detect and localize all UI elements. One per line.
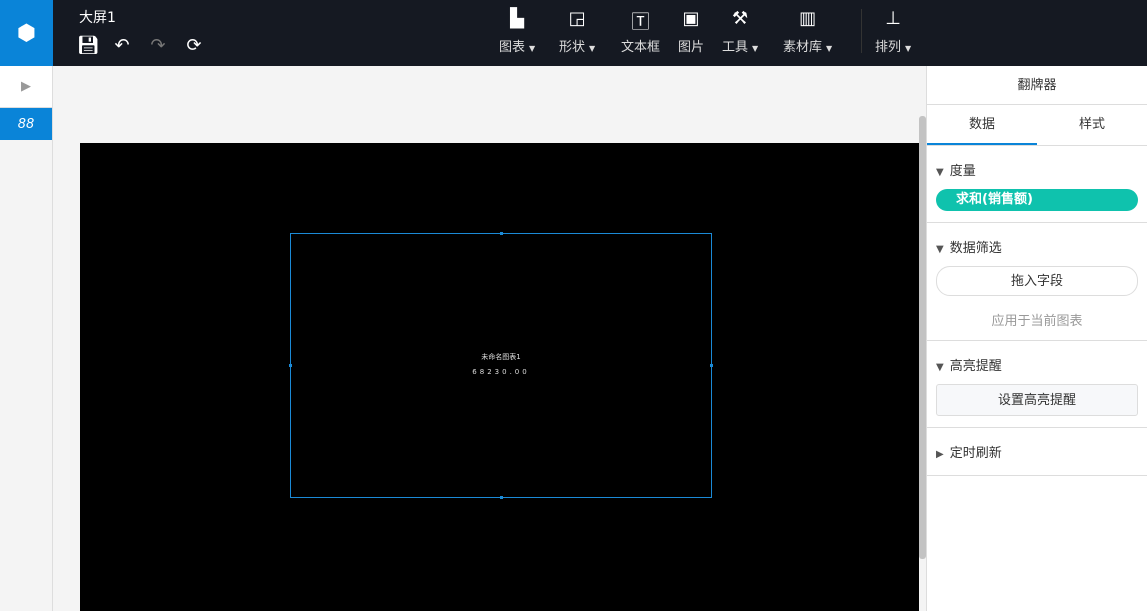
textbox-button[interactable]: 🅃 文本框 — [621, 8, 660, 55]
app-logo-icon[interactable]: ⬢ — [0, 0, 53, 66]
highlight-header[interactable]: ▼ 高亮提醒 — [936, 355, 1138, 374]
chevron-down-icon: ▼ — [936, 362, 944, 373]
filter-section: ▼ 数据筛选 拖入字段 应用于当前图表 — [927, 223, 1147, 341]
left-sidebar: ▶ 88 — [0, 66, 53, 611]
set-highlight-button[interactable]: 设置高亮提醒 — [936, 384, 1138, 416]
widget-title: 未命名图表1 — [481, 353, 521, 361]
panel-title: 翻牌器 — [927, 66, 1147, 105]
resize-handle[interactable] — [500, 232, 503, 235]
highlight-section: ▼ 高亮提醒 设置高亮提醒 — [927, 341, 1147, 428]
refresh-icon[interactable]: ⟳ — [183, 35, 205, 56]
flip-counter-layer-icon[interactable]: 88 — [0, 108, 52, 140]
canvas[interactable]: 未命名图表1 68230.00 — [80, 143, 919, 611]
shape-menu[interactable]: ◲ 形状 ▼ — [559, 8, 595, 55]
refresh-section: ▶ 定时刷新 — [927, 428, 1147, 476]
library-icon: ▥ — [799, 8, 817, 29]
refresh-header[interactable]: ▶ 定时刷新 — [936, 442, 1138, 461]
arrange-menu[interactable]: ⊥ 排列 ▼ — [875, 8, 911, 55]
flip-counter-widget[interactable]: 未命名图表1 68230.00 — [289, 232, 713, 499]
measure-section: ▼ 度量 求和(销售额) — [927, 146, 1147, 223]
redo-icon[interactable]: ↷ — [147, 35, 169, 56]
save-icon[interactable]: 💾︎ — [77, 35, 100, 56]
properties-panel: 翻牌器 数据 样式 ▼ 度量 求和(销售额) ▼ 数据筛选 拖入字段 应用于当前图表… — [926, 66, 1147, 611]
library-menu[interactable]: ▥ 素材库 ▼ — [783, 8, 832, 55]
chevron-down-icon: ▼ — [936, 244, 944, 255]
textbox-icon: 🅃 — [631, 12, 650, 33]
align-icon: ⊥ — [885, 8, 901, 29]
tab-style[interactable]: 样式 — [1037, 105, 1147, 145]
drag-field-drop[interactable]: 拖入字段 — [936, 266, 1138, 296]
apply-to-chart[interactable]: 应用于当前图表 — [936, 310, 1138, 329]
toggle-panel-icon[interactable]: ▶ — [0, 66, 52, 108]
resize-handle[interactable] — [500, 496, 503, 499]
chevron-right-icon: ▶ — [936, 449, 944, 460]
shape-icon: ◲ — [568, 8, 586, 29]
filter-header[interactable]: ▼ 数据筛选 — [936, 237, 1138, 256]
top-bar: ⬢ 大屏1 💾︎ ↶ ↷ ⟳ ▙ 图表 ▼ ◲ 形状 ▼ 🅃 文本框 ▣ 图片 ⚒ 工具 ▼ ▥… — [0, 0, 1147, 66]
undo-icon[interactable]: ↶ — [111, 35, 133, 56]
tab-data[interactable]: 数据 — [927, 105, 1037, 145]
scrollbar[interactable] — [919, 116, 926, 559]
chart-menu[interactable]: ▙ 图表 ▼ — [499, 8, 535, 55]
measure-header[interactable]: ▼ 度量 — [936, 160, 1138, 179]
divider — [861, 9, 862, 53]
resize-handle[interactable] — [289, 364, 292, 367]
hammer-icon: ⚒ — [732, 8, 749, 29]
image-icon: ▣ — [682, 8, 700, 29]
tools-menu[interactable]: ⚒ 工具 ▼ — [722, 8, 758, 55]
image-button[interactable]: ▣ 图片 — [678, 8, 704, 55]
screen-title[interactable]: 大屏1 — [79, 7, 116, 27]
chevron-down-icon: ▼ — [936, 167, 944, 178]
bar-chart-icon: ▙ — [510, 8, 524, 29]
widget-value: 68230.00 — [472, 368, 530, 376]
measure-pill[interactable]: 求和(销售额) — [936, 189, 1138, 211]
resize-handle[interactable] — [710, 364, 713, 367]
